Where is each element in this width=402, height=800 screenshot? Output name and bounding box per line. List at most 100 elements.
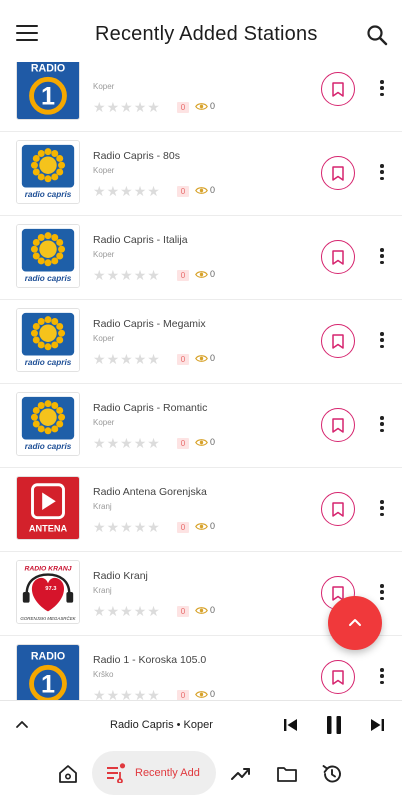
station-row[interactable]: radio capris Radio Capris - 80s Koper ★ ★ ★ ★ ★… [0, 132, 402, 216]
home-icon[interactable] [56, 762, 80, 786]
logo-text: GORENJSKI MEGASRČEK [20, 615, 76, 621]
eye-icon [195, 690, 208, 698]
rating-count-badge: 0 [177, 438, 189, 449]
rating-count-badge: 0 [177, 606, 189, 617]
folder-icon[interactable] [275, 762, 299, 786]
station-logo[interactable]: ANTENA [16, 476, 80, 540]
now-playing-label: Radio Capris • Koper [110, 719, 213, 731]
more-vertical-icon[interactable] [376, 666, 388, 686]
star-icon: ★ [133, 603, 147, 619]
star-icon: ★ [106, 603, 120, 619]
station-name: Radio Capris - Romantic [93, 402, 208, 414]
star-icon: ★ [120, 519, 133, 535]
skip-next-icon[interactable] [368, 717, 386, 733]
star-icon: ★ [147, 687, 160, 700]
nav-recently-added[interactable]: Recently Add [92, 751, 216, 795]
bookmark-button[interactable] [321, 492, 355, 526]
station-name: Radio Capris - 80s [93, 150, 180, 162]
star-icon: ★ [133, 351, 147, 367]
views-number: 0 [210, 353, 216, 363]
rating-count-badge: 0 [177, 690, 189, 700]
pause-icon[interactable] [324, 715, 344, 735]
star-icon: ★ [147, 435, 160, 451]
star-icon: ★ [120, 351, 133, 367]
bookmark-button[interactable] [321, 408, 355, 442]
trending-up-icon[interactable] [229, 762, 253, 786]
station-logo[interactable]: radio capris [16, 140, 80, 204]
logo-text: radio capris [25, 358, 72, 367]
station-logo[interactable]: RADIO 1 [16, 62, 80, 120]
star-icon: ★ [133, 99, 147, 115]
rating-stars: ★ ★ ★ ★ ★ [93, 604, 160, 618]
search-icon[interactable] [366, 24, 388, 46]
star-icon: ★ [93, 435, 106, 451]
history-icon[interactable] [320, 762, 344, 786]
more-vertical-icon[interactable] [376, 78, 388, 98]
star-icon: ★ [106, 687, 120, 700]
logo-text: RADIO KRANJ [25, 566, 72, 573]
views-count: 0 [195, 269, 215, 279]
app-bar: Recently Added Stations [0, 0, 402, 62]
eye-icon [195, 522, 208, 530]
star-icon: ★ [147, 267, 160, 283]
star-icon: ★ [120, 99, 133, 115]
station-city: Koper [93, 166, 115, 175]
eye-icon [195, 186, 208, 194]
bookmark-button[interactable] [321, 324, 355, 358]
star-icon: ★ [93, 351, 106, 367]
views-number: 0 [210, 269, 216, 279]
rating-count-badge: 0 [177, 522, 189, 533]
mini-player[interactable]: Radio Capris • Koper [0, 700, 402, 748]
more-vertical-icon[interactable] [376, 498, 388, 518]
hamburger-menu-icon[interactable] [14, 22, 40, 44]
station-row[interactable]: RADIO 1 Koper ★ ★ ★ ★ ★ 0 0 [0, 62, 402, 132]
bookmark-button[interactable] [321, 156, 355, 190]
station-logo[interactable]: radio capris [16, 392, 80, 456]
station-logo[interactable]: radio capris [16, 308, 80, 372]
station-name: Radio Antena Gorenjska [93, 486, 207, 498]
bookmark-button[interactable] [321, 240, 355, 274]
eye-icon [195, 270, 208, 278]
views-count: 0 [195, 521, 215, 531]
station-logo[interactable]: RADIO KRANJ 97.3 GORENJSKI MEGASRČEK [16, 560, 80, 624]
views-number: 0 [210, 605, 216, 615]
star-icon: ★ [133, 267, 147, 283]
star-icon: ★ [93, 267, 106, 283]
station-name: Radio Capris - Megamix [93, 318, 206, 330]
star-icon: ★ [93, 687, 106, 700]
views-number: 0 [210, 521, 216, 531]
more-vertical-icon[interactable] [376, 582, 388, 602]
station-name: Radio 1 - Koroska 105.0 [93, 654, 207, 666]
star-icon: ★ [106, 267, 120, 283]
station-logo[interactable]: RADIO 1 [16, 644, 80, 700]
more-vertical-icon[interactable] [376, 246, 388, 266]
station-logo[interactable]: radio capris [16, 224, 80, 288]
more-vertical-icon[interactable] [376, 414, 388, 434]
bookmark-button[interactable] [321, 660, 355, 694]
nav-recently-added-label: Recently Add [135, 767, 200, 779]
bookmark-icon [332, 249, 344, 265]
rating-stars: ★ ★ ★ ★ ★ [93, 268, 160, 282]
views-count: 0 [195, 437, 215, 447]
bookmark-icon [332, 333, 344, 349]
star-icon: ★ [106, 519, 120, 535]
star-icon: ★ [106, 351, 120, 367]
more-vertical-icon[interactable] [376, 330, 388, 350]
station-row[interactable]: radio capris Radio Capris - Italija Koper ★… [0, 216, 402, 300]
star-icon: ★ [147, 519, 160, 535]
skip-previous-icon[interactable] [282, 717, 300, 733]
star-icon: ★ [93, 603, 106, 619]
bookmark-button[interactable] [321, 72, 355, 106]
more-vertical-icon[interactable] [376, 162, 388, 182]
station-city: Koper [93, 418, 115, 427]
bookmark-icon [332, 81, 344, 97]
rating-stars: ★ ★ ★ ★ ★ [93, 436, 160, 450]
station-row[interactable]: radio capris Radio Capris - Romantic Koper… [0, 384, 402, 468]
star-icon: ★ [106, 435, 120, 451]
scroll-top-fab[interactable] [328, 596, 382, 650]
station-row[interactable]: ANTENA Radio Antena Gorenjska Kranj ★ ★ ★ ★ ★ 0 0 [0, 468, 402, 552]
rating-stars: ★ ★ ★ ★ ★ [93, 688, 160, 700]
expand-player-icon[interactable] [14, 717, 30, 733]
station-row[interactable]: radio capris Radio Capris - Megamix Koper ★… [0, 300, 402, 384]
star-icon: ★ [106, 99, 120, 115]
